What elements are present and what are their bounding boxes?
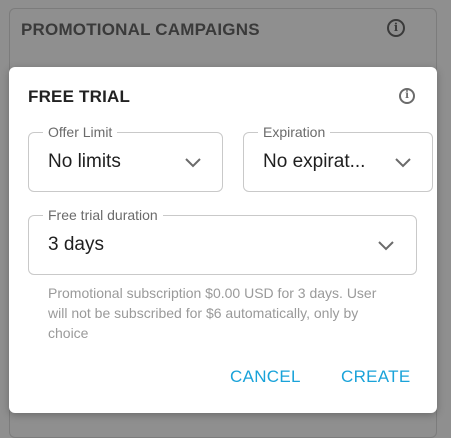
free-trial-duration-value: 3 days [48, 234, 104, 255]
create-button[interactable]: CREATE [341, 367, 411, 387]
info-icon[interactable]: i [399, 88, 415, 104]
chevron-down-icon [185, 158, 201, 168]
offer-limit-value: No limits [48, 151, 121, 172]
free-trial-duration-select[interactable]: Free trial duration 3 days [28, 207, 417, 275]
expiration-select[interactable]: Expiration No expirat... [243, 124, 433, 192]
cancel-button[interactable]: CANCEL [230, 367, 301, 387]
helper-text: Promotional subscription $0.00 USD for 3… [48, 285, 377, 341]
info-icon[interactable]: i [387, 19, 405, 37]
chevron-down-icon [395, 158, 411, 168]
expiration-label: Expiration [258, 124, 331, 140]
free-trial-duration-label: Free trial duration [43, 207, 163, 223]
dialog-title: FREE TRIAL [28, 87, 131, 106]
expiration-value: No expirat... [263, 151, 366, 172]
page-title: PROMOTIONAL CAMPAIGNS [21, 20, 260, 39]
chevron-down-icon [378, 241, 394, 251]
offer-limit-select[interactable]: Offer Limit No limits [28, 124, 223, 192]
offer-limit-label: Offer Limit [43, 124, 118, 140]
free-trial-dialog: FREE TRIAL i Offer Limit No limits Expir… [9, 67, 437, 413]
